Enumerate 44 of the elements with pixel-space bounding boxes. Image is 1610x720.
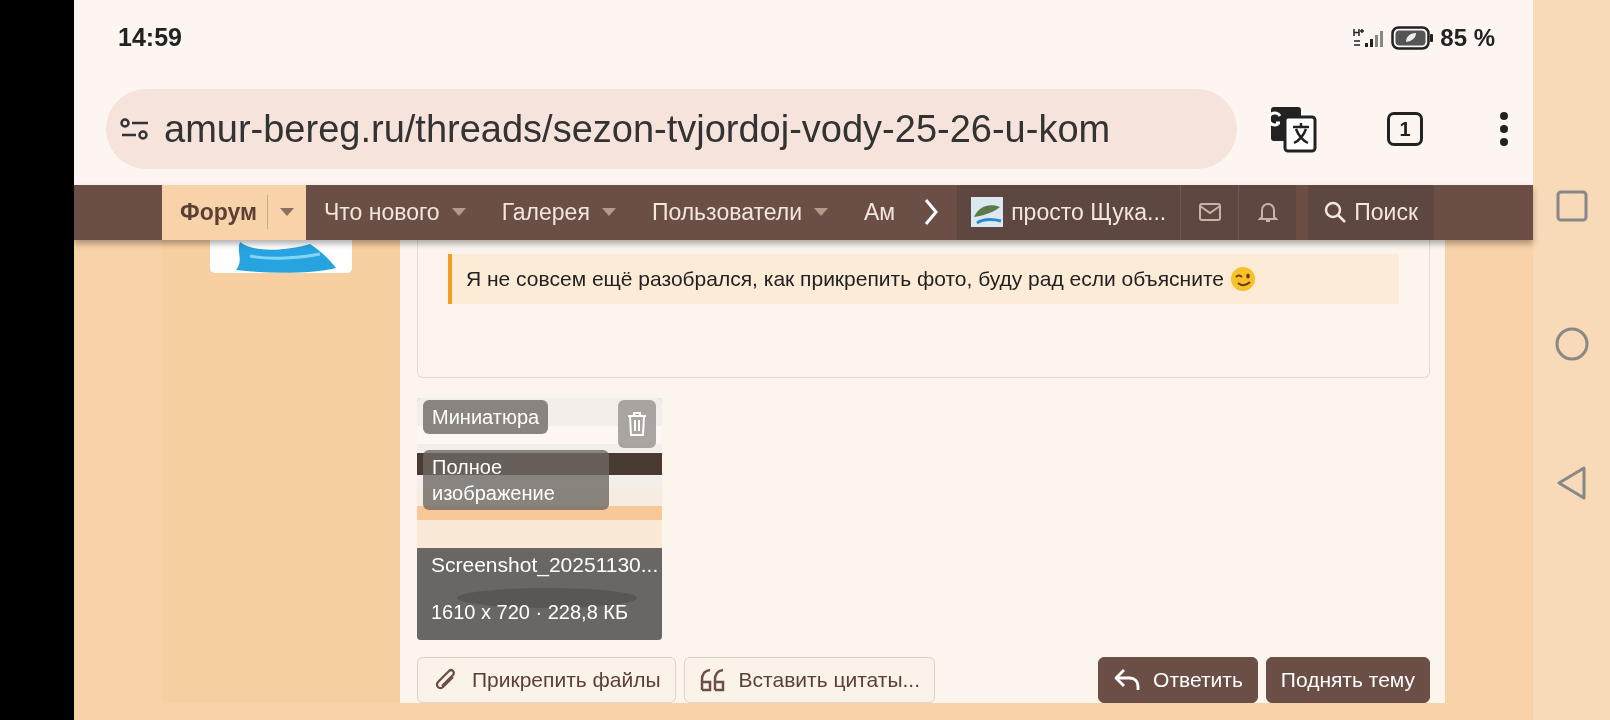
caret-icon[interactable]: [601, 208, 616, 217]
trash-icon: [626, 411, 648, 438]
action-button[interactable]: Вставить цитаты...: [683, 657, 936, 704]
search-button[interactable]: Поиск: [1308, 184, 1434, 241]
file-info: 1610 x 720 · 228,8 КБ: [431, 601, 629, 625]
alerts-button[interactable]: [1238, 184, 1297, 241]
action-button[interactable]: Ответить: [1098, 657, 1258, 704]
action-button[interactable]: Прикрепить файлы: [417, 657, 676, 704]
quote-text: Я не совсем ещё разобрался, как прикрепить фото, буду рад если объясните: [466, 267, 1224, 292]
user-menu[interactable]: просто Щука...: [957, 184, 1181, 241]
battery-icon: [1391, 25, 1435, 50]
action-button[interactable]: Поднять тему: [1265, 657, 1430, 704]
user-name: просто Щука...: [1011, 198, 1167, 226]
winking-emoji-icon: [1229, 266, 1256, 293]
nav-tab[interactable]: Галерея: [483, 184, 634, 241]
nav-tab[interactable]: Что нового: [305, 184, 484, 241]
caret-icon[interactable]: [451, 208, 466, 217]
nav-tab[interactable]: Форум: [162, 184, 306, 241]
circle-icon[interactable]: [1554, 327, 1589, 361]
caret-icon[interactable]: [279, 208, 294, 217]
menu-icon[interactable]: [1498, 111, 1510, 147]
back-icon[interactable]: [1556, 466, 1587, 500]
bell-icon: [1257, 201, 1278, 224]
tab-count[interactable]: 1: [1387, 112, 1423, 146]
clock: 14:59: [118, 23, 182, 52]
file-name: Screenshot_20251130...: [431, 553, 659, 578]
thumbnail-button[interactable]: Миниатюра: [423, 400, 549, 435]
address-bar[interactable]: amur-bereg.ru/threads/sezon-tvjordoj-vody-25-26-u-kom: [106, 89, 1237, 169]
translate-icon[interactable]: [1269, 105, 1317, 153]
nav-tab[interactable]: Ам: [846, 184, 914, 241]
envelope-icon: [1198, 203, 1221, 222]
site-settings-icon[interactable]: [120, 117, 150, 141]
battery-level: 85 %: [1440, 23, 1495, 52]
signal-icon: [1353, 26, 1386, 49]
delete-button[interactable]: [618, 400, 656, 449]
message-editor[interactable]: Я не совсем ещё разобрался, как прикрепить фото, буду рад если объясните: [417, 240, 1430, 379]
full-image-button[interactable]: Полное изображение: [423, 450, 609, 511]
chevron-right-icon[interactable]: [923, 198, 940, 227]
search-icon: [1324, 201, 1347, 224]
nav-tab[interactable]: Пользователи: [633, 184, 846, 241]
url-text: amur-bereg.ru/threads/sezon-tvjordoj-vody-25-26-u-kom: [164, 107, 1111, 151]
caret-icon[interactable]: [814, 208, 828, 217]
square-icon[interactable]: [1555, 190, 1588, 222]
inbox-button[interactable]: [1180, 184, 1239, 241]
